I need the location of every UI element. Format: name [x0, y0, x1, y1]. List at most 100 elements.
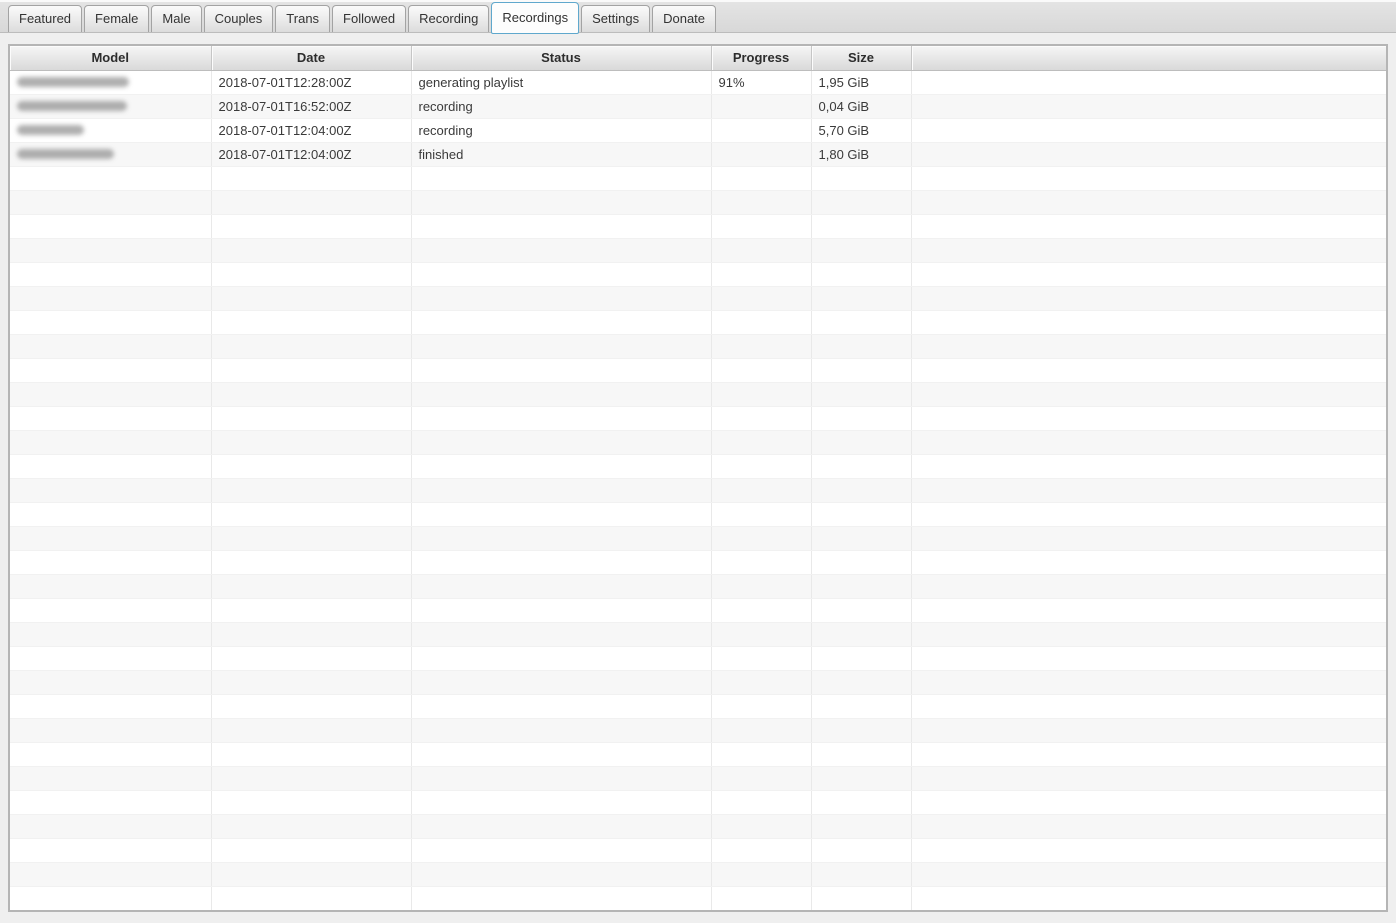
status-cell: recording: [411, 94, 712, 119]
empty-cell: [711, 214, 812, 239]
table-row[interactable]: 2018-07-01T12:04:00Z finished 1,80 GiB: [10, 142, 1386, 167]
empty-cell: [711, 238, 812, 263]
extra-cell: [911, 70, 1386, 95]
empty-row: [10, 550, 1386, 575]
empty-cell: [711, 262, 812, 287]
empty-cell: [711, 334, 812, 359]
empty-row: [10, 838, 1386, 863]
empty-cell: [911, 262, 1386, 287]
column-header-size[interactable]: Size: [811, 46, 912, 71]
tab-recording[interactable]: Recording: [408, 5, 490, 32]
empty-cell: [211, 646, 412, 671]
empty-cell: [911, 718, 1386, 743]
empty-row: [10, 214, 1386, 239]
empty-cell: [10, 238, 212, 263]
empty-cell: [911, 694, 1386, 719]
empty-cell: [711, 550, 812, 575]
table-row[interactable]: 2018-07-01T12:04:00Z recording 5,70 GiB: [10, 118, 1386, 143]
empty-row: [10, 670, 1386, 695]
empty-cell: [711, 310, 812, 335]
column-header-model[interactable]: Model: [10, 46, 212, 71]
empty-cell: [411, 670, 712, 695]
empty-row: [10, 478, 1386, 503]
empty-cell: [811, 670, 912, 695]
empty-cell: [411, 574, 712, 599]
tab-followed[interactable]: Followed: [332, 5, 407, 32]
empty-cell: [211, 574, 412, 599]
empty-cell: [911, 166, 1386, 191]
column-header-progress[interactable]: Progress: [711, 46, 812, 71]
empty-cell: [811, 478, 912, 503]
empty-cell: [711, 574, 812, 599]
empty-cell: [411, 310, 712, 335]
empty-cell: [911, 382, 1386, 407]
empty-cell: [10, 358, 212, 383]
empty-cell: [10, 646, 212, 671]
empty-cell: [911, 286, 1386, 311]
column-header-status[interactable]: Status: [411, 46, 712, 71]
tab-recordings[interactable]: Recordings: [491, 2, 580, 34]
empty-row: [10, 814, 1386, 839]
empty-cell: [811, 334, 912, 359]
empty-cell: [811, 262, 912, 287]
empty-cell: [411, 622, 712, 647]
empty-cell: [211, 622, 412, 647]
empty-cell: [10, 742, 212, 767]
tab-donate[interactable]: Donate: [652, 5, 717, 32]
empty-cell: [211, 406, 412, 431]
empty-cell: [911, 526, 1386, 551]
empty-cell: [411, 238, 712, 263]
tab-settings[interactable]: Settings: [581, 5, 651, 32]
empty-cell: [211, 238, 412, 263]
tab-couples[interactable]: Couples: [203, 5, 274, 32]
empty-cell: [211, 526, 412, 551]
empty-cell: [211, 454, 412, 479]
empty-row: [10, 430, 1386, 455]
empty-cell: [10, 526, 212, 551]
model-name-redacted: [17, 101, 127, 112]
empty-cell: [911, 790, 1386, 815]
empty-row: [10, 646, 1386, 671]
empty-cell: [911, 358, 1386, 383]
empty-cell: [711, 790, 812, 815]
tab-featured[interactable]: Featured: [8, 5, 83, 32]
empty-row: [10, 502, 1386, 527]
column-header-extra: [911, 46, 1386, 71]
empty-cell: [711, 814, 812, 839]
model-cell: [10, 94, 212, 119]
size-cell: 5,70 GiB: [811, 118, 912, 143]
empty-cell: [811, 622, 912, 647]
empty-cell: [10, 310, 212, 335]
empty-cell: [811, 430, 912, 455]
tab-trans[interactable]: Trans: [275, 5, 331, 32]
column-header-date[interactable]: Date: [211, 46, 412, 71]
empty-cell: [411, 454, 712, 479]
empty-cell: [211, 598, 412, 623]
empty-cell: [711, 622, 812, 647]
empty-cell: [411, 862, 712, 887]
table-row[interactable]: 2018-07-01T12:28:00Z generating playlist…: [10, 70, 1386, 95]
empty-row: [10, 382, 1386, 407]
empty-cell: [211, 718, 412, 743]
empty-cell: [10, 502, 212, 527]
empty-cell: [811, 214, 912, 239]
empty-cell: [211, 838, 412, 863]
tab-male[interactable]: Male: [151, 5, 202, 32]
model-cell: [10, 118, 212, 143]
empty-cell: [811, 838, 912, 863]
empty-cell: [10, 838, 212, 863]
size-cell: 1,80 GiB: [811, 142, 912, 167]
empty-cell: [411, 550, 712, 575]
empty-cell: [411, 790, 712, 815]
empty-cell: [911, 430, 1386, 455]
empty-cell: [811, 454, 912, 479]
empty-cell: [811, 166, 912, 191]
tab-female[interactable]: Female: [84, 5, 150, 32]
empty-cell: [811, 286, 912, 311]
model-name-redacted: [17, 77, 129, 88]
empty-cell: [211, 790, 412, 815]
empty-cell: [10, 334, 212, 359]
table-row[interactable]: 2018-07-01T16:52:00Z recording 0,04 GiB: [10, 94, 1386, 119]
empty-cell: [711, 478, 812, 503]
tab-strip: Featured Female Male Couples Trans Follo…: [0, 0, 1396, 34]
